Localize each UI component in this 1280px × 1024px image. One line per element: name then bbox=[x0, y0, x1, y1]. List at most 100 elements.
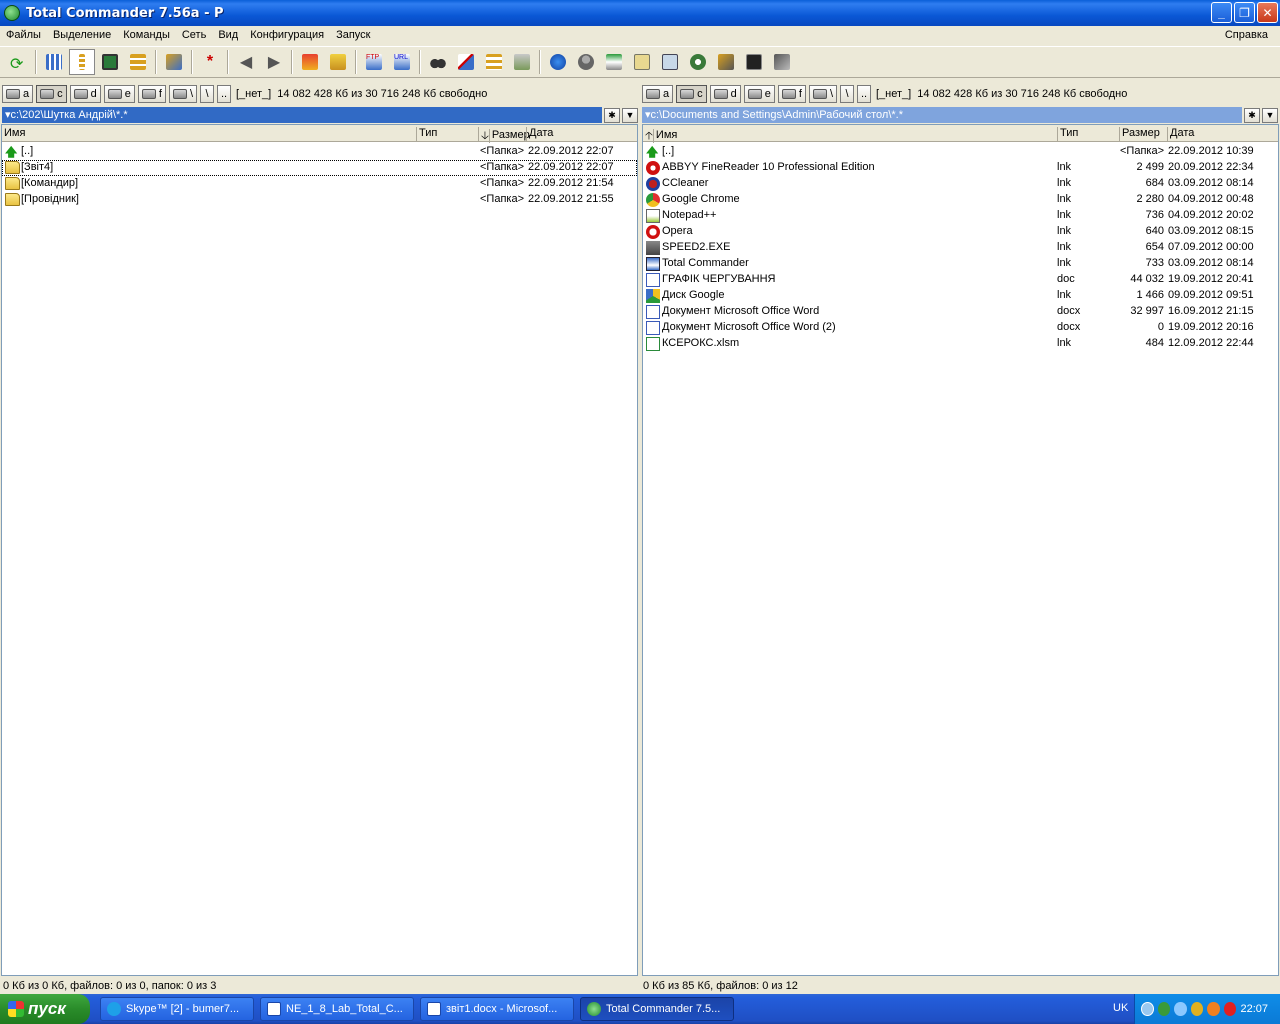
brief-view-button[interactable] bbox=[41, 49, 67, 75]
multi-rename-button[interactable] bbox=[453, 49, 479, 75]
list-item[interactable]: SPEED2.EXE lnk 654 07.09.2012 00:00 bbox=[643, 240, 1278, 256]
notes-button[interactable] bbox=[629, 49, 655, 75]
drive-e-button[interactable]: e bbox=[103, 85, 135, 103]
drive-d-button[interactable]: d bbox=[709, 85, 741, 103]
list-item[interactable]: Диск Google lnk 1 466 09.09.2012 09:51 bbox=[643, 288, 1278, 304]
search-button[interactable] bbox=[425, 49, 451, 75]
root-button[interactable]: \ bbox=[200, 85, 214, 103]
menu-selection[interactable]: Выделение bbox=[47, 29, 117, 41]
thumbnail-view-button[interactable] bbox=[97, 49, 123, 75]
invert-selection-button[interactable]: * bbox=[197, 49, 223, 75]
task-word-lab[interactable]: NE_1_8_Lab_Total_C... bbox=[260, 997, 414, 1021]
list-item[interactable]: ГРАФІК ЧЕРГУВАННЯ doc 44 032 19.09.2012 20:… bbox=[643, 272, 1278, 288]
list-item[interactable]: [Командир] <Папка> 22.09.2012 21:54 bbox=[2, 176, 637, 192]
column-type[interactable]: Тип bbox=[1057, 127, 1119, 141]
column-type[interactable]: Тип bbox=[416, 127, 478, 141]
list-item[interactable]: Google Chrome lnk 2 280 04.09.2012 00:48 bbox=[643, 192, 1278, 208]
user-button[interactable] bbox=[573, 49, 599, 75]
refresh-button[interactable]: ⟳ bbox=[5, 49, 31, 75]
list-item[interactable]: Total Commander lnk 733 03.09.2012 08:14 bbox=[643, 256, 1278, 272]
task-skype[interactable]: Skype™ [2] - bumer7... bbox=[100, 997, 254, 1021]
list-item[interactable]: 🡅 [..] <Папка> 22.09.2012 10:39 bbox=[643, 144, 1278, 160]
tray-notification-icon[interactable] bbox=[1207, 1002, 1220, 1016]
maximize-button[interactable]: ❐ bbox=[1234, 2, 1255, 23]
settings-button[interactable] bbox=[685, 49, 711, 75]
column-size[interactable]: Размер bbox=[1119, 127, 1167, 141]
history-button[interactable]: ✱ bbox=[1244, 107, 1260, 123]
left-path[interactable]: ▾c:\202\Шутка Андрій\*.* bbox=[2, 107, 602, 123]
drive-a-button[interactable]: a bbox=[2, 85, 34, 103]
start-button[interactable]: пуск bbox=[0, 994, 90, 1024]
swap-panels-button[interactable] bbox=[161, 49, 187, 75]
toolbar: ⟳ * ◀ ▶ FTP URL bbox=[0, 46, 1280, 78]
column-date[interactable]: Дата bbox=[1167, 127, 1278, 141]
back-button[interactable]: ◀ bbox=[233, 49, 259, 75]
network-drive-button[interactable]: \ bbox=[168, 85, 197, 103]
tray-network-icon[interactable] bbox=[1157, 1002, 1171, 1016]
disk-button[interactable] bbox=[601, 49, 627, 75]
column-name[interactable]: Имя bbox=[2, 127, 416, 141]
drive-a-button[interactable]: a bbox=[642, 85, 674, 103]
forward-button[interactable]: ▶ bbox=[261, 49, 287, 75]
menu-commands[interactable]: Команды bbox=[117, 29, 176, 41]
drive-e-button[interactable]: e bbox=[743, 85, 775, 103]
unpack-button[interactable] bbox=[325, 49, 351, 75]
full-view-button[interactable] bbox=[69, 49, 95, 75]
list-item[interactable]: CCleaner lnk 684 03.09.2012 08:14 bbox=[643, 176, 1278, 192]
root-button[interactable]: \ bbox=[840, 85, 854, 103]
column-name[interactable]: 🡡 Имя bbox=[643, 127, 1057, 143]
column-date[interactable]: Дата bbox=[526, 127, 637, 141]
tree-view-button[interactable] bbox=[125, 49, 151, 75]
language-indicator[interactable]: UK bbox=[1113, 1002, 1128, 1014]
list-item[interactable]: Notepad++ lnk 736 04.09.2012 20:02 bbox=[643, 208, 1278, 224]
task-total-commander[interactable]: Total Commander 7.5... bbox=[580, 997, 734, 1021]
list-item[interactable]: Opera lnk 640 03.09.2012 08:15 bbox=[643, 224, 1278, 240]
network-button[interactable] bbox=[545, 49, 571, 75]
tray-opera-icon[interactable] bbox=[1223, 1002, 1237, 1016]
menu-view[interactable]: Вид bbox=[212, 29, 244, 41]
menu-start[interactable]: Запуск bbox=[330, 29, 376, 41]
url-download-button[interactable]: URL bbox=[389, 49, 415, 75]
drive-c-button[interactable]: c bbox=[676, 85, 707, 103]
list-item[interactable]: Документ Microsoft Office Word (2) docx 0 1… bbox=[643, 320, 1278, 336]
tray-expand-icon[interactable] bbox=[1141, 1002, 1154, 1016]
menu-net[interactable]: Сеть bbox=[176, 29, 212, 41]
list-item[interactable]: Документ Microsoft Office Word docx 32 997… bbox=[643, 304, 1278, 320]
compare-button[interactable] bbox=[509, 49, 535, 75]
list-item[interactable]: КСЕРОКС.xlsm lnk 484 12.09.2012 22:44 bbox=[643, 336, 1278, 352]
tray-dropbox-icon[interactable] bbox=[1174, 1002, 1187, 1016]
sync-dirs-button[interactable] bbox=[481, 49, 507, 75]
parent-dir-button[interactable]: .. bbox=[857, 85, 871, 103]
right-file-panel[interactable]: 🡡 Имя Тип Размер Дата 🡅 [..] <Папка> 22.09.2… bbox=[642, 124, 1279, 976]
task-word-zvit[interactable]: звіт1.docx - Microsof... bbox=[420, 997, 574, 1021]
drive-d-button[interactable]: d bbox=[69, 85, 101, 103]
menu-files[interactable]: Файлы bbox=[0, 29, 47, 41]
drive-f-button[interactable]: f bbox=[777, 85, 806, 103]
keys-button[interactable] bbox=[769, 49, 795, 75]
editor-button[interactable] bbox=[657, 49, 683, 75]
hotlist-button[interactable]: ▼ bbox=[622, 107, 638, 123]
list-item[interactable]: [Звіт4] <Папка> 22.09.2012 22:07 bbox=[2, 160, 637, 176]
hotlist-button[interactable]: ▼ bbox=[1262, 107, 1278, 123]
list-item[interactable]: [Провідник] <Папка> 22.09.2012 21:55 bbox=[2, 192, 637, 208]
close-button[interactable]: ✕ bbox=[1257, 2, 1278, 23]
google-drive-icon bbox=[646, 289, 660, 303]
history-button[interactable]: ✱ bbox=[604, 107, 620, 123]
tools-button[interactable] bbox=[713, 49, 739, 75]
pack-button[interactable] bbox=[297, 49, 323, 75]
drive-f-button[interactable]: f bbox=[137, 85, 166, 103]
menu-configuration[interactable]: Конфигурация bbox=[244, 29, 330, 41]
minimize-button[interactable]: _ bbox=[1211, 2, 1232, 23]
network-drive-button[interactable]: \ bbox=[808, 85, 837, 103]
left-file-panel[interactable]: Имя Тип 🡣 Размер Дата 🡅 [..] <Папка> 22.0… bbox=[1, 124, 638, 976]
right-path[interactable]: ▾c:\Documents and Settings\Admin\Рабочий… bbox=[642, 107, 1242, 123]
drive-c-button[interactable]: c bbox=[36, 85, 67, 103]
terminal-button[interactable] bbox=[741, 49, 767, 75]
ftp-connect-button[interactable]: FTP bbox=[361, 49, 387, 75]
column-size[interactable]: 🡣 Размер bbox=[478, 127, 530, 143]
list-item[interactable]: ABBYY FineReader 10 Professional Edition… bbox=[643, 160, 1278, 176]
parent-dir-button[interactable]: .. bbox=[217, 85, 231, 103]
list-item[interactable]: 🡅 [..] <Папка> 22.09.2012 22:07 bbox=[2, 144, 637, 160]
tray-app-icon[interactable] bbox=[1190, 1002, 1204, 1016]
menu-help[interactable]: Справка bbox=[1219, 29, 1274, 41]
